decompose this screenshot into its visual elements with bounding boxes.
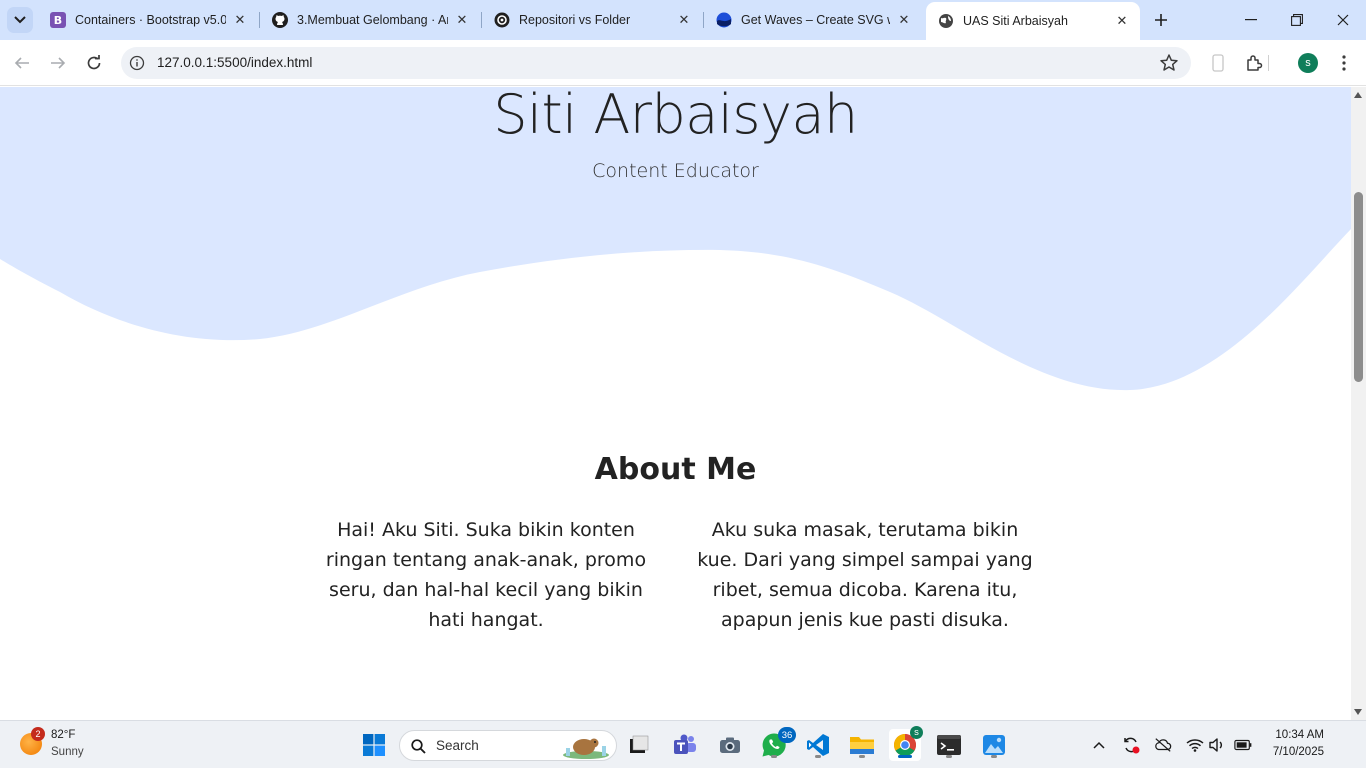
close-icon[interactable]: ✕ bbox=[232, 12, 248, 28]
close-icon[interactable]: ✕ bbox=[454, 12, 470, 28]
restore-icon bbox=[1291, 14, 1303, 26]
about-title: About Me bbox=[594, 452, 757, 487]
github-icon bbox=[272, 12, 288, 28]
page-viewport: Siti Arbaisyah Content Educator About Me… bbox=[0, 87, 1351, 720]
tab-bootstrap[interactable]: B Containers · Bootstrap v5.0 ✕ bbox=[38, 4, 258, 36]
vscode-icon bbox=[807, 734, 829, 756]
whatsapp-badge: 36 bbox=[778, 727, 796, 743]
chrome-profile-badge: s bbox=[910, 726, 923, 739]
camera-icon bbox=[720, 737, 740, 753]
back-button[interactable] bbox=[10, 51, 34, 75]
scroll-down-arrow-icon[interactable] bbox=[1354, 709, 1362, 715]
arrow-right-icon bbox=[51, 57, 66, 69]
search-icon bbox=[411, 739, 426, 754]
windows-taskbar: 2 82°F Sunny Search 36 s 10:34 AM 7/10/2… bbox=[0, 720, 1366, 768]
start-button[interactable] bbox=[358, 729, 390, 761]
terminal-icon bbox=[937, 735, 961, 755]
tab-title: Repositori vs Folder bbox=[519, 13, 631, 27]
running-indicator bbox=[946, 755, 952, 758]
reload-icon bbox=[87, 55, 101, 70]
getwaves-icon bbox=[716, 12, 732, 28]
camera-app[interactable] bbox=[714, 729, 746, 761]
close-icon bbox=[1337, 14, 1349, 26]
close-icon[interactable]: ✕ bbox=[676, 12, 692, 28]
teams-icon bbox=[674, 734, 696, 754]
chevron-down-icon bbox=[14, 16, 26, 24]
volume-icon[interactable] bbox=[1208, 736, 1226, 754]
close-icon[interactable]: ✕ bbox=[1114, 13, 1130, 29]
tab-title: Get Waves – Create SVG wav bbox=[741, 13, 890, 27]
running-indicator bbox=[815, 755, 821, 758]
wifi-icon[interactable] bbox=[1186, 736, 1204, 754]
tab-github[interactable]: 3.Membuat Gelombang · Art ✕ bbox=[260, 4, 480, 36]
tab-title: Containers · Bootstrap v5.0 bbox=[75, 13, 226, 27]
weather-condition: Sunny bbox=[51, 746, 84, 758]
openai-icon bbox=[494, 12, 510, 28]
bookmark-star-icon[interactable] bbox=[1159, 53, 1179, 73]
tab-getwaves[interactable]: Get Waves – Create SVG wav ✕ bbox=[704, 4, 922, 36]
task-view-icon bbox=[630, 735, 649, 753]
teams-app[interactable] bbox=[669, 729, 701, 761]
extensions-icon[interactable] bbox=[1243, 52, 1265, 74]
minimize-icon bbox=[1245, 19, 1257, 21]
globe-icon bbox=[938, 13, 954, 29]
scroll-up-arrow-icon[interactable] bbox=[1354, 92, 1362, 98]
about-paragraph-1: Hai! Aku Siti. Suka bikin konten ringan … bbox=[325, 519, 647, 631]
tab-uas-siti[interactable]: UAS Siti Arbaisyah ✕ bbox=[926, 2, 1140, 40]
chrome-app[interactable]: s bbox=[889, 726, 923, 761]
minimize-button[interactable] bbox=[1228, 0, 1274, 40]
clock-date: 7/10/2025 bbox=[1272, 746, 1324, 758]
whatsapp-app[interactable]: 36 bbox=[758, 727, 796, 761]
running-indicator bbox=[859, 755, 865, 758]
taskbar-search[interactable]: Search bbox=[399, 730, 617, 761]
page-scrollbar[interactable] bbox=[1351, 87, 1366, 720]
forward-button[interactable] bbox=[46, 51, 70, 75]
address-bar[interactable]: 127.0.0.1:5500/index.html bbox=[121, 47, 1191, 79]
arrow-left-icon bbox=[14, 57, 29, 69]
weather-temp: 82°F bbox=[51, 729, 76, 741]
menu-kebab-icon[interactable] bbox=[1333, 52, 1355, 74]
terminal-app[interactable] bbox=[933, 729, 965, 761]
clock-time: 10:34 AM bbox=[1275, 729, 1324, 741]
running-indicator bbox=[771, 755, 777, 758]
battery-icon[interactable] bbox=[1234, 736, 1252, 754]
file-explorer-app[interactable] bbox=[846, 729, 878, 761]
hero-name: Siti Arbaisyah bbox=[493, 87, 858, 146]
running-indicator bbox=[991, 755, 997, 758]
side-panel-icon[interactable] bbox=[1207, 52, 1229, 74]
hero-role: Content Educator bbox=[592, 160, 759, 182]
folder-icon bbox=[850, 737, 874, 754]
vscode-app[interactable] bbox=[802, 729, 834, 761]
running-indicator bbox=[898, 755, 912, 758]
tab-chatgpt[interactable]: Repositori vs Folder ✕ bbox=[482, 4, 702, 36]
new-tab-button[interactable] bbox=[1151, 10, 1171, 30]
chevron-up-icon[interactable] bbox=[1090, 736, 1108, 754]
windows-logo-icon bbox=[363, 734, 385, 756]
plus-icon bbox=[1155, 14, 1167, 26]
tab-title: UAS Siti Arbaisyah bbox=[963, 14, 1068, 28]
toolbar-divider bbox=[1268, 55, 1269, 71]
tab-title: 3.Membuat Gelombang · Art bbox=[297, 13, 448, 27]
restore-button[interactable] bbox=[1274, 0, 1320, 40]
photos-app[interactable] bbox=[978, 729, 1010, 761]
tab-search-button[interactable] bbox=[7, 7, 33, 33]
about-paragraph-2: Aku suka masak, terutama bikin kue. Dari… bbox=[697, 519, 1033, 631]
search-highlight-icon bbox=[563, 738, 609, 759]
profile-avatar[interactable]: s bbox=[1298, 53, 1318, 73]
cloud-off-icon[interactable] bbox=[1154, 736, 1172, 754]
reload-button[interactable] bbox=[82, 51, 106, 75]
search-label: Search bbox=[436, 738, 479, 753]
task-view-button[interactable] bbox=[623, 729, 655, 761]
scrollbar-thumb[interactable] bbox=[1354, 192, 1363, 382]
browser-toolbar: 127.0.0.1:5500/index.html bbox=[0, 40, 1366, 86]
close-icon[interactable]: ✕ bbox=[896, 12, 912, 28]
bootstrap-icon: B bbox=[50, 12, 66, 28]
url-text[interactable]: 127.0.0.1:5500/index.html bbox=[157, 55, 312, 70]
site-info-icon[interactable] bbox=[129, 55, 145, 71]
weather-badge: 2 bbox=[31, 727, 45, 741]
sync-icon[interactable] bbox=[1122, 736, 1140, 754]
close-window-button[interactable] bbox=[1320, 0, 1366, 40]
browser-tab-bar: B Containers · Bootstrap v5.0 ✕ 3.Membua… bbox=[0, 0, 1366, 40]
photos-icon bbox=[983, 735, 1005, 755]
